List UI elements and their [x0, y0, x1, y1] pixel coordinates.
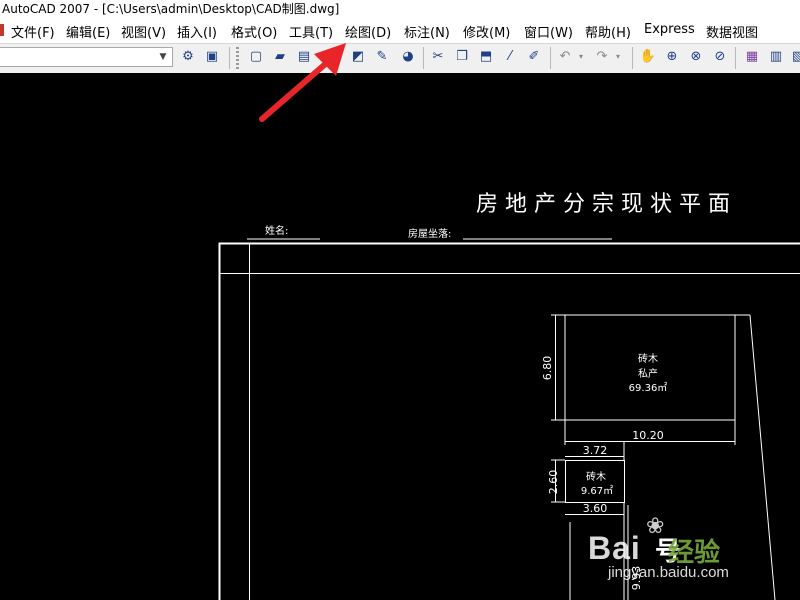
dim-3-72: 3.72 [583, 444, 608, 457]
chevron-down-icon[interactable]: ▼ [156, 50, 170, 64]
baidu-jingyan-watermark: ❀ Bai 经验 jingyan.baidu.com [588, 500, 800, 600]
standard-toolbar: ▼ ⚙ ▣ ▢ ▰ ▤ ◩ ✎ ◕ ✂ ❐ ⬒ ⁄ ✐ ↶ ▾ ↷ ▾ ✋ ⊕ … [0, 43, 800, 74]
toolbar-separator [229, 47, 230, 69]
room1-ownership: 私产 [638, 367, 658, 380]
toolbar-separator [423, 47, 424, 69]
zoom-previous-icon[interactable]: ⊘ [711, 48, 729, 66]
menu-draw[interactable]: 绘图(D) [345, 22, 391, 41]
cut-icon[interactable]: ✂ [429, 48, 447, 66]
menu-express[interactable]: Express [644, 22, 695, 37]
undo-dropdown-icon[interactable]: ▾ [572, 48, 590, 66]
menu-modify[interactable]: 修改(M) [463, 22, 510, 41]
menu-edit[interactable]: 编辑(E) [66, 22, 110, 41]
menu-bar: 文件(F) 编辑(E) 视图(V) 插入(I) 格式(O) 工具(T) 绘图(D… [0, 18, 800, 43]
layer-combo[interactable]: ▼ [0, 47, 173, 67]
save-icon[interactable]: ▤ [295, 48, 313, 66]
zoom-realtime-icon[interactable]: ⊕ [663, 48, 681, 66]
title-bar: AutoCAD 2007 - [C:\Users\admin\Desktop\C… [0, 0, 800, 18]
new-icon[interactable]: ▢ [247, 48, 265, 66]
name-label: 姓名: [265, 224, 288, 237]
address-label: 房屋坐落: [408, 227, 451, 240]
menu-dimension[interactable]: 标注(N) [404, 22, 450, 41]
paw-icon: ❀ [646, 514, 665, 539]
menu-data-view[interactable]: 数据视图 [706, 22, 758, 41]
menu-help[interactable]: 帮助(H) [585, 22, 631, 41]
layer-states-icon[interactable]: ⚙ [179, 48, 197, 66]
plot-preview-icon[interactable]: ◩ [349, 48, 367, 66]
app-icon[interactable] [0, 24, 4, 36]
tool-palettes-icon[interactable]: ▧ [789, 48, 800, 66]
publish-icon[interactable]: ✎ [373, 48, 391, 66]
menu-format[interactable]: 格式(O) [231, 22, 277, 41]
redo-dropdown-icon[interactable]: ▾ [609, 48, 627, 66]
watermark-url: jingyan.baidu.com [608, 564, 729, 581]
dim-10-20: 10.20 [632, 429, 664, 442]
menu-view[interactable]: 视图(V) [121, 22, 166, 41]
room1-outline [564, 314, 736, 421]
window-title: AutoCAD 2007 - [C:\Users\admin\Desktop\C… [2, 2, 340, 16]
properties-icon[interactable]: ▦ [743, 48, 761, 66]
toolbar-separator [735, 47, 736, 69]
drawing-title: 房 地 产 分 宗 现 状 平 面 [476, 192, 730, 217]
toolbar-separator [550, 47, 551, 69]
copy-icon[interactable]: ❐ [453, 48, 471, 66]
block-editor-icon[interactable]: ✐ [525, 48, 543, 66]
menu-file[interactable]: 文件(F) [11, 22, 55, 41]
pan-icon[interactable]: ✋ [639, 48, 657, 66]
dim-2-60: 2.60 [547, 470, 560, 495]
paste-icon[interactable]: ⬒ [477, 48, 495, 66]
watermark-brand: Bai [588, 530, 641, 566]
menu-insert[interactable]: 插入(I) [177, 22, 217, 41]
design-center-icon[interactable]: ▥ [767, 48, 785, 66]
3d-dwf-icon[interactable]: ◕ [399, 48, 417, 66]
menu-window[interactable]: 窗口(W) [524, 22, 573, 41]
open-icon[interactable]: ▰ [271, 48, 289, 66]
toolbar-grip[interactable] [236, 47, 239, 69]
room1-material: 砖木 [638, 352, 658, 365]
room1-area: 69.36㎡ [629, 382, 668, 394]
menu-tools[interactable]: 工具(T) [289, 22, 333, 41]
zoom-window-icon[interactable]: ⊗ [687, 48, 705, 66]
layer-manager-icon[interactable]: ▣ [203, 48, 221, 66]
room2-material: 砖木 [586, 470, 606, 483]
dim-6-80: 6.80 [541, 356, 554, 381]
room2-area: 9.67㎡ [581, 485, 613, 497]
toolbar-separator [632, 47, 633, 69]
match-properties-icon[interactable]: ⁄ [501, 48, 519, 66]
